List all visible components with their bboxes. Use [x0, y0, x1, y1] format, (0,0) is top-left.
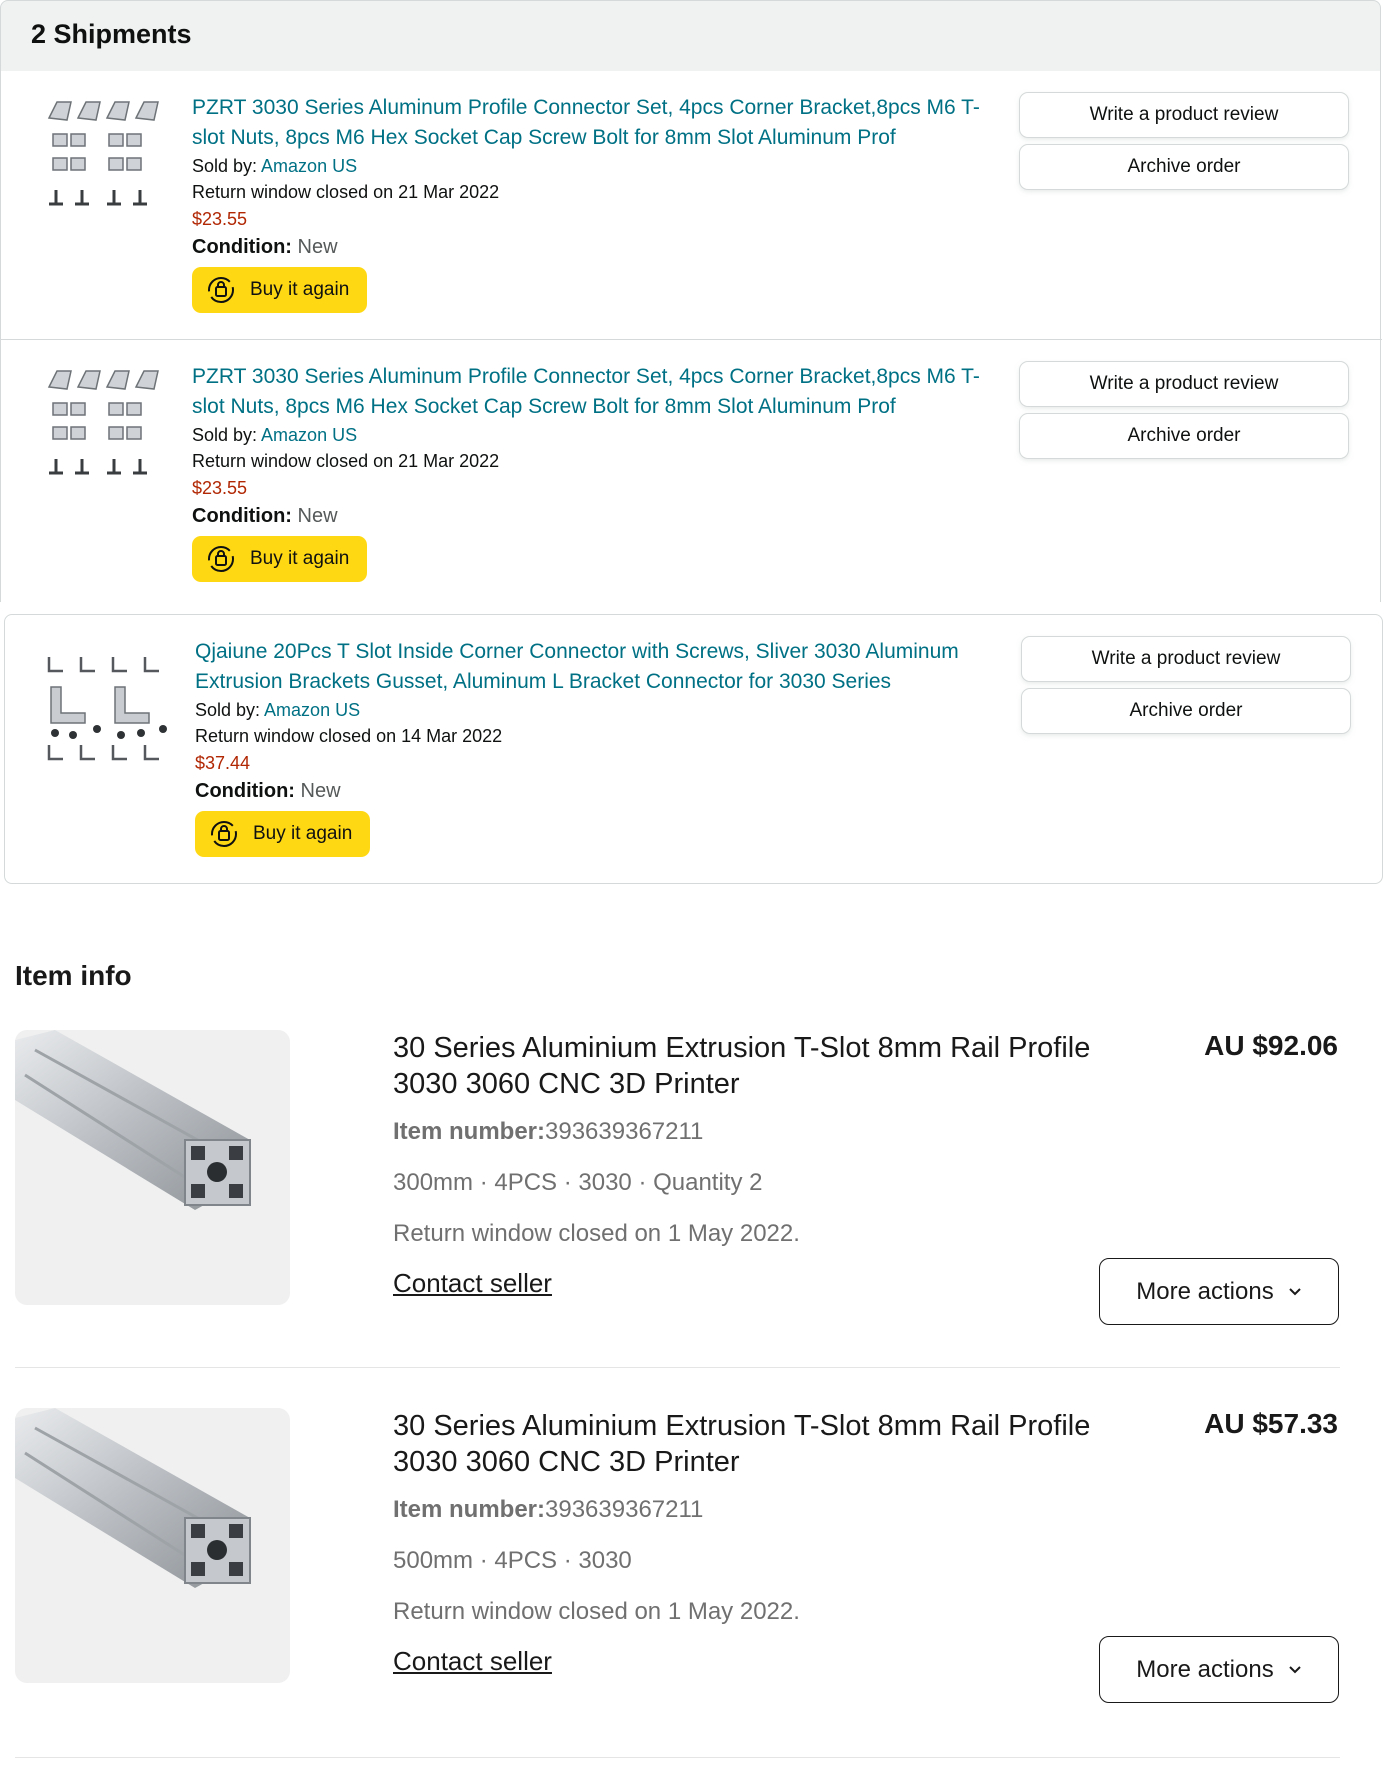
contact-seller-link[interactable]: Contact seller [393, 1268, 552, 1299]
item-price: AU $57.33 [1204, 1408, 1338, 1439]
archive-order-button[interactable]: Archive order [1019, 413, 1349, 459]
shipment-card: Qjaiune 20Pcs T Slot Inside Corner Conne… [4, 614, 1383, 884]
condition-value: New [291, 236, 338, 258]
product-title-link[interactable]: PZRT 3030 Series Aluminum Profile Connec… [192, 93, 992, 153]
shipment-item: PZRT 3030 Series Aluminum Profile Connec… [1, 339, 1382, 602]
return-window: Return window closed on 14 Mar 2022 [195, 726, 503, 746]
item-price: AU $92.06 [1204, 1030, 1338, 1061]
more-actions-label: More actions [1136, 1655, 1274, 1683]
write-review-button[interactable]: Write a product review [1021, 636, 1351, 682]
seller-link[interactable]: Amazon US [261, 425, 357, 445]
item-number-label: Item number: [393, 1496, 546, 1523]
item-actions: Write a product review Archive order [1021, 636, 1351, 740]
buy-again-label: Buy it again [253, 823, 353, 844]
sold-by: Sold by: Amazon US [192, 422, 992, 448]
product-image[interactable] [15, 1030, 290, 1305]
item-title[interactable]: 30 Series Aluminium Extrusion T-Slot 8mm… [393, 1030, 1133, 1102]
condition: Condition: New [192, 502, 992, 530]
item-variant: 500mm · 4PCS · 3030 [393, 1547, 632, 1574]
aluminium-extrusion-image [15, 1408, 251, 1588]
sold-by-label: Sold by: [192, 156, 262, 176]
item-number: Item number:393639367211 [393, 1496, 703, 1524]
chevron-down-icon [1288, 1665, 1301, 1673]
product-info: PZRT 3030 Series Aluminum Profile Connec… [192, 362, 992, 582]
archive-order-button[interactable]: Archive order [1019, 144, 1349, 190]
item-price: $37.44 [195, 753, 251, 773]
archive-order-button[interactable]: Archive order [1021, 688, 1351, 734]
condition: Condition: New [195, 777, 995, 805]
product-info: PZRT 3030 Series Aluminum Profile Connec… [192, 93, 992, 313]
product-image[interactable] [15, 1408, 290, 1683]
item-number-value: 393639367211 [545, 1118, 704, 1145]
more-actions-button[interactable]: More actions [1099, 1636, 1339, 1703]
item-variant: 300mm · 4PCS · 3030 · Quantity 2 [393, 1169, 763, 1196]
product-title-link[interactable]: PZRT 3030 Series Aluminum Profile Connec… [192, 362, 992, 422]
reorder-cycle-icon [211, 821, 237, 847]
item-info-heading: Item info [15, 960, 132, 991]
return-window: Return window closed on 21 Mar 2022 [192, 451, 500, 471]
seller-link[interactable]: Amazon US [261, 156, 357, 176]
shipments-body: PZRT 3030 Series Aluminum Profile Connec… [0, 71, 1382, 602]
product-thumbnail[interactable] [45, 645, 175, 767]
shipments-header: 2 Shipments [0, 0, 1381, 72]
aluminium-extrusion-image [15, 1030, 251, 1210]
item-price: $23.55 [192, 478, 248, 498]
condition-label: Condition: [192, 505, 292, 527]
ebay-item: 30 Series Aluminium Extrusion T-Slot 8mm… [0, 1408, 1385, 1768]
product-title-link[interactable]: Qjaiune 20Pcs T Slot Inside Corner Conne… [195, 637, 995, 697]
item-number-value: 393639367211 [545, 1496, 704, 1523]
more-actions-label: More actions [1136, 1277, 1274, 1305]
item-number: Item number:393639367211 [393, 1118, 703, 1146]
write-review-button[interactable]: Write a product review [1019, 361, 1349, 407]
sold-by-label: Sold by: [195, 700, 265, 720]
buy-again-button[interactable]: Buy it again [192, 267, 368, 313]
item-divider [15, 1367, 1340, 1368]
sold-by: Sold by: Amazon US [195, 697, 995, 723]
sold-by: Sold by: Amazon US [192, 153, 992, 179]
item-info-panel: Item info 30 Series Aluminium Extrusion … [0, 900, 1385, 1781]
condition: Condition: New [192, 233, 992, 261]
condition-label: Condition: [192, 236, 292, 258]
condition-value: New [291, 505, 338, 527]
buy-again-label: Buy it again [250, 548, 350, 569]
return-window: Return window closed on 1 May 2022. [393, 1220, 800, 1247]
sold-by-label: Sold by: [192, 425, 262, 445]
chevron-down-icon [1288, 1287, 1301, 1295]
seller-link[interactable]: Amazon US [264, 700, 360, 720]
return-window: Return window closed on 21 Mar 2022 [192, 182, 500, 202]
item-actions: Write a product review Archive order [1019, 92, 1349, 196]
buy-again-label: Buy it again [250, 279, 350, 300]
reorder-cycle-icon [208, 277, 234, 303]
shipments-title: 2 Shipments [31, 19, 192, 49]
return-window: Return window closed on 1 May 2022. [393, 1598, 800, 1625]
condition-label: Condition: [195, 780, 295, 802]
product-thumbnail[interactable] [45, 365, 165, 487]
more-actions-button[interactable]: More actions [1099, 1258, 1339, 1325]
product-info: Qjaiune 20Pcs T Slot Inside Corner Conne… [195, 637, 995, 857]
condition-value: New [294, 780, 341, 802]
product-thumbnail[interactable] [45, 96, 165, 218]
write-review-button[interactable]: Write a product review [1019, 92, 1349, 138]
shipments-panel: 2 Shipments PZRT 3030 Series Aluminum Pr… [0, 0, 1385, 602]
buy-again-button[interactable]: Buy it again [195, 811, 371, 857]
buy-again-button[interactable]: Buy it again [192, 536, 368, 582]
shipment-item: PZRT 3030 Series Aluminum Profile Connec… [1, 71, 1382, 339]
item-actions: Write a product review Archive order [1019, 361, 1349, 465]
item-number-label: Item number: [393, 1118, 546, 1145]
item-price: $23.55 [192, 209, 248, 229]
ebay-item: 30 Series Aluminium Extrusion T-Slot 8mm… [0, 1030, 1385, 1390]
item-title[interactable]: 30 Series Aluminium Extrusion T-Slot 8mm… [393, 1408, 1133, 1480]
item-divider [15, 1757, 1340, 1758]
reorder-cycle-icon [208, 546, 234, 572]
contact-seller-link[interactable]: Contact seller [393, 1646, 552, 1677]
